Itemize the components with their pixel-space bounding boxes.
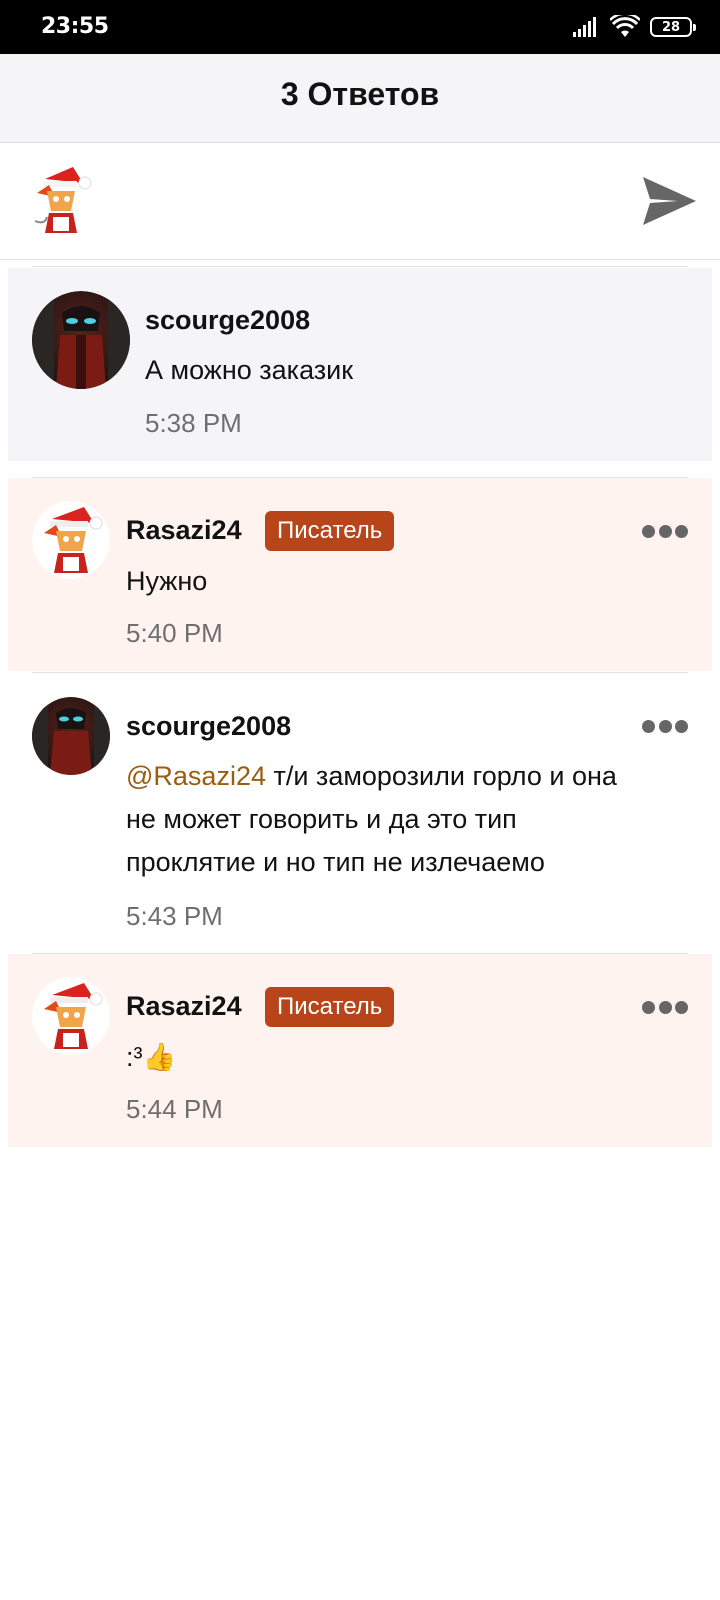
comment-time: 5:38 PM (145, 408, 242, 438)
comment-item: scourge2008 А можно заказик 5:38 PM (8, 268, 712, 461)
writer-badge: Писатель (265, 987, 395, 1027)
comment-time: 5:44 PM (126, 1094, 223, 1124)
comment-author[interactable]: Rasazi24 (126, 991, 242, 1022)
comment-time: 5:40 PM (126, 618, 223, 648)
wifi-icon (610, 15, 640, 37)
comment-text: Нужно (126, 566, 208, 596)
page-title: 3 Ответов (280, 76, 440, 112)
avatar[interactable] (32, 697, 110, 775)
reply-composer (0, 143, 720, 379)
comment-item: Rasazi24 Писатель Нужно 5:40 PM (8, 478, 712, 671)
avatar[interactable] (25, 163, 97, 239)
comment-text: @Rasazi24 т/и заморозили горло и она не … (126, 755, 646, 884)
status-time: 23:55 (41, 14, 109, 39)
comment-text: А можно заказик (145, 355, 354, 385)
comment-author[interactable]: scourge2008 (145, 305, 310, 336)
more-options-icon[interactable] (642, 523, 688, 539)
send-icon[interactable] (640, 173, 698, 229)
app-header: 3 Ответов (0, 54, 720, 143)
avatar[interactable] (32, 501, 110, 579)
comment-time: 5:43 PM (126, 901, 223, 931)
signal-icon (573, 17, 596, 37)
avatar[interactable] (32, 977, 110, 1055)
avatar[interactable] (32, 291, 130, 389)
more-options-icon[interactable] (642, 999, 688, 1015)
status-icons: 28 (572, 14, 696, 40)
comment-item: scourge2008 @Rasazi24 т/и заморозили гор… (8, 673, 712, 953)
comment-text: :³👍 (126, 1042, 177, 1072)
more-options-icon[interactable] (642, 718, 688, 734)
writer-badge: Писатель (265, 511, 395, 551)
divider (32, 266, 688, 267)
comment-item: Rasazi24 Писатель :³👍 5:44 PM (8, 954, 712, 1147)
battery-icon: 28 (650, 17, 696, 37)
comment-author[interactable]: scourge2008 (126, 711, 291, 742)
mention-link[interactable]: @Rasazi24 (126, 761, 266, 791)
battery-level: 28 (661, 19, 681, 35)
status-bar: 23:55 28 (0, 0, 720, 54)
comment-author[interactable]: Rasazi24 (126, 515, 242, 546)
